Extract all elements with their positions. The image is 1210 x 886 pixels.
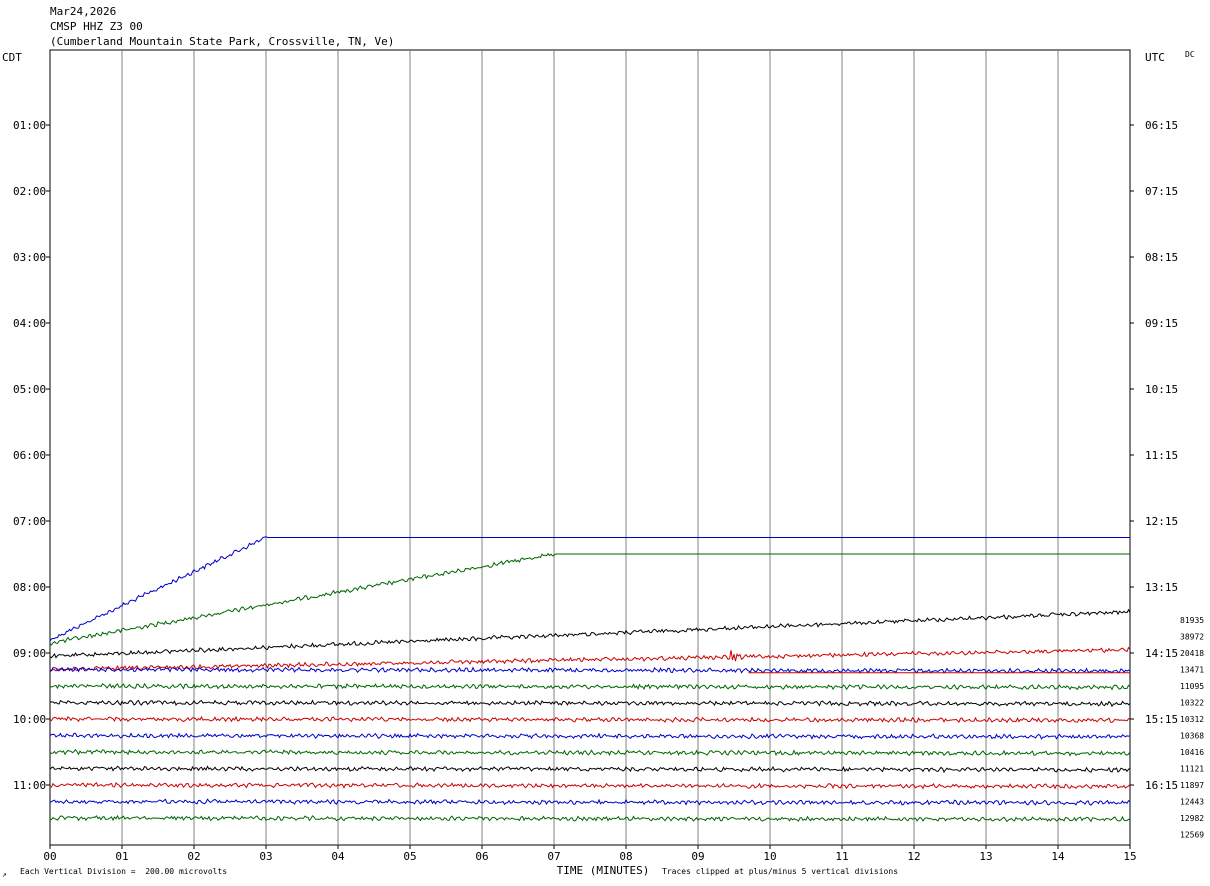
x-tick-label-05: 05 (403, 850, 416, 863)
right-value: 13471 (1180, 666, 1204, 675)
trace-row-45 (49, 798, 1131, 806)
x-tick-label-07: 07 (547, 850, 560, 863)
trace-row-43 (49, 765, 1131, 774)
left-time-label: 01:00 (13, 119, 46, 132)
left-time-label: 10:00 (13, 713, 46, 726)
right-value: 10416 (1180, 748, 1204, 757)
right-value: 38972 (1180, 633, 1204, 642)
right-time-label: 16:15 (1145, 779, 1178, 792)
x-tick-label-12: 12 (907, 850, 920, 863)
left-time-label: 06:00 (13, 449, 46, 462)
x-tick-label-01: 01 (115, 850, 128, 863)
x-tick-label-03: 03 (259, 850, 272, 863)
x-tick-label-06: 06 (475, 850, 488, 863)
x-tick-label-09: 09 (691, 850, 704, 863)
x-tick-label-00: 00 (43, 850, 56, 863)
left-time-label: 04:00 (13, 317, 46, 330)
right-value: 10368 (1180, 732, 1204, 741)
trace-row-40 (49, 715, 1131, 724)
right-value: 11121 (1180, 765, 1204, 774)
right-time-label: 12:15 (1145, 515, 1178, 528)
right-time-label: 11:15 (1145, 449, 1178, 462)
right-time-label: 06:15 (1145, 119, 1178, 132)
right-time-label: 08:15 (1145, 251, 1178, 264)
x-tick-label-15: 15 (1123, 850, 1136, 863)
right-time-label: 13:15 (1145, 581, 1178, 594)
trace-row-41 (49, 732, 1131, 740)
right-value: 81935 (1180, 616, 1204, 625)
right-value: 11095 (1180, 682, 1204, 691)
right-value: 10322 (1180, 699, 1204, 708)
x-tick-label-11: 11 (835, 850, 848, 863)
trace-row-30 (49, 552, 1130, 646)
x-tick-label-08: 08 (619, 850, 632, 863)
right-value: 12443 (1180, 798, 1204, 807)
right-time-label: 07:15 (1145, 185, 1178, 198)
left-time-label: 05:00 (13, 383, 46, 396)
right-value: 12982 (1180, 814, 1204, 823)
right-time-label: 09:15 (1145, 317, 1178, 330)
right-time-label: 15:15 (1145, 713, 1178, 726)
x-axis-title: TIME (MINUTES) (557, 864, 650, 877)
right-value: 11897 (1180, 781, 1204, 790)
corner-mark: ↗ (2, 870, 7, 879)
left-time-label: 02:00 (13, 185, 46, 198)
trace-row-44 (49, 782, 1131, 790)
right-value: 10312 (1180, 715, 1204, 724)
left-zone-label: CDT (2, 51, 22, 64)
trace-row-29 (49, 536, 1130, 642)
trace-row-39 (49, 699, 1131, 708)
trace-row-31 (49, 608, 1131, 659)
left-time-label: 08:00 (13, 581, 46, 594)
seismogram-chart: 00 01 02 03 04 05 06 07 08 09 10 11 12 13 14 15 CDT UTC TI… (2, 49, 1204, 877)
trace-row-42 (49, 748, 1131, 757)
scale-note: Each Vertical Division = 200.00 microvol… (20, 867, 228, 876)
x-tick-label-04: 04 (331, 850, 345, 863)
trace-row-46 (49, 814, 1131, 823)
plot-frame (49, 49, 1131, 846)
x-tick-label-14: 14 (1051, 850, 1065, 863)
right-value: 12569 (1180, 831, 1204, 840)
left-time-label: 09:00 (13, 647, 46, 660)
clip-note: Traces clipped at plus/minus 5 vertical … (662, 867, 899, 876)
right-time-label: 14:15 (1145, 647, 1178, 660)
x-tick-label-10: 10 (763, 850, 776, 863)
right-time-label: 10:15 (1145, 383, 1178, 396)
left-time-label: 03:00 (13, 251, 46, 264)
right-zone-label: UTC (1145, 51, 1165, 64)
x-tick-label-02: 02 (187, 850, 200, 863)
left-time-label: 11:00 (13, 779, 46, 792)
trace-row-36 (49, 646, 1131, 672)
x-tick-label-13: 13 (979, 850, 992, 863)
trace-row-38 (49, 682, 1131, 691)
right-value: 20418 (1180, 649, 1204, 658)
left-time-label: 07:00 (13, 515, 46, 528)
